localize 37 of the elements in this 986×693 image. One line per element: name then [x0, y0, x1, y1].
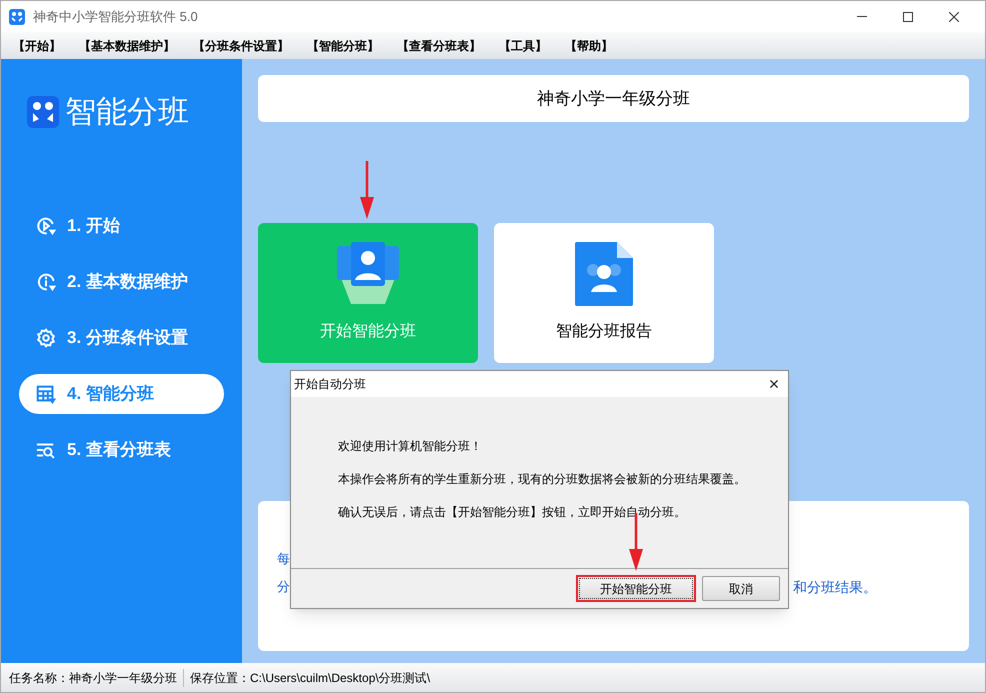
report-tile[interactable]: 智能分班报告 — [494, 223, 714, 363]
dialog-text: 欢迎使用计算机智能分班！ — [338, 438, 483, 455]
header-title: 神奇小学一年级分班 — [537, 88, 690, 110]
menu-item[interactable]: 【基本数据维护】 — [77, 36, 177, 54]
dialog-text: 本操作会将所有的学生重新分班，现有的分班数据将会被新的分班结果覆盖。 — [338, 471, 747, 488]
info-icon — [35, 270, 57, 292]
maximize-icon — [903, 12, 913, 22]
menu-item[interactable]: 【帮助】 — [563, 36, 615, 54]
table-icon — [35, 382, 57, 404]
sidebar-item[interactable]: 2. 基本数据维护 — [19, 262, 224, 302]
close-button[interactable]: × — [760, 372, 788, 396]
close-icon — [949, 12, 959, 22]
app-logo-icon — [27, 96, 59, 128]
sidebar-item[interactable]: 3. 分班条件设置 — [19, 318, 224, 358]
dialog-button[interactable]: 开始智能分班 — [576, 575, 696, 602]
menu-item[interactable]: 【开始】 — [11, 36, 63, 54]
tips-text: 和分班结果。 — [793, 578, 877, 596]
sidebar-item[interactable]: 5. 查看分班表 — [19, 430, 224, 470]
play-circle-icon — [35, 214, 57, 236]
dialog-title: 开始自动分班 — [294, 376, 366, 393]
tips-text: 每 — [277, 550, 290, 568]
sidebar-title: 智能分班 — [65, 93, 189, 131]
menu-item[interactable]: 【分班条件设置】 — [191, 36, 291, 54]
sidebar-item[interactable]: 4. 智能分班 — [19, 374, 224, 414]
status-text: 保存位置：C:\Users\cuilm\Desktop\分班测试\ — [189, 670, 430, 686]
settings-icon — [35, 326, 57, 348]
menu-item[interactable]: 【查看分班表】 — [395, 36, 483, 54]
status-text: 任务名称：神奇小学一年级分班 — [9, 670, 178, 686]
menu-item[interactable]: 【智能分班】 — [305, 36, 381, 54]
sidebar-item[interactable]: 1. 开始 — [19, 206, 224, 246]
tips-text: 分 — [277, 578, 290, 596]
window-title: 神奇中小学智能分班软件 5.0 — [33, 8, 198, 26]
menu-item[interactable]: 【工具】 — [497, 36, 549, 54]
app-logo-icon — [9, 8, 25, 24]
report-icon — [575, 242, 633, 306]
minimize-icon — [857, 16, 867, 18]
dialog-button[interactable]: 取消 — [702, 576, 780, 601]
